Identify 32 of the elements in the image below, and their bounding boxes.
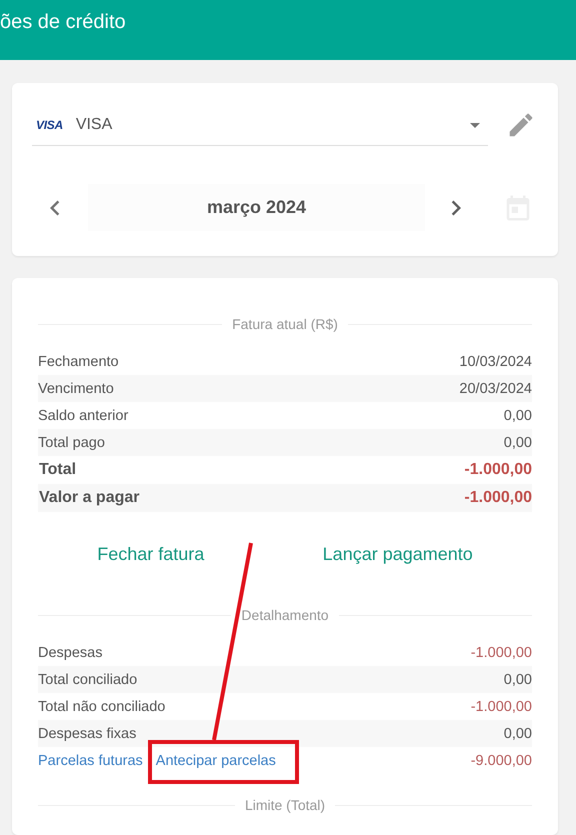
dropdown-caret-icon <box>470 122 480 128</box>
row-value: -1.000,00 <box>464 461 532 479</box>
link[interactable]: Antecipar parcelas <box>156 752 276 768</box>
section-title: Fatura atual (R$) <box>232 316 338 332</box>
row-label: Total pago <box>38 434 105 450</box>
row-value: -1.000,00 <box>464 489 532 507</box>
card-select[interactable]: VISA VISA <box>32 105 488 146</box>
card-brand-logo: VISA <box>36 118 63 132</box>
row-label: Total conciliado <box>38 672 138 688</box>
page-title: ões de crédito <box>0 11 126 34</box>
action-button[interactable]: Fechar fatura <box>97 542 204 566</box>
row-value: 20/03/2024 <box>459 380 532 396</box>
row-value: 0,00 <box>504 408 532 424</box>
row-value: -9.000,00 <box>470 752 532 768</box>
row-label: Saldo anterior <box>38 408 128 424</box>
row-label: Valor a pagar <box>38 489 140 507</box>
row-value: -1.000,00 <box>470 698 532 714</box>
row-value: -1.000,00 <box>470 644 532 660</box>
row-value: 0,00 <box>504 726 532 742</box>
row-label: Total <box>38 461 76 479</box>
row-value: 0,00 <box>504 434 532 450</box>
row-value: 0,00 <box>504 672 532 688</box>
row-label: Despesas fixas <box>38 726 136 742</box>
row-label: Despesas <box>38 644 102 660</box>
row-label: Total não conciliado <box>38 698 166 714</box>
section-title: Limite (Total) <box>244 797 326 813</box>
row-value: 10/03/2024 <box>459 354 532 370</box>
row-label: Fechamento <box>38 354 119 370</box>
row-label: Vencimento <box>38 380 114 396</box>
section-title: Detalhamento <box>241 607 329 623</box>
link[interactable]: Parcelas futuras <box>38 752 143 768</box>
action-button[interactable]: Lançar pagamento <box>322 542 473 566</box>
